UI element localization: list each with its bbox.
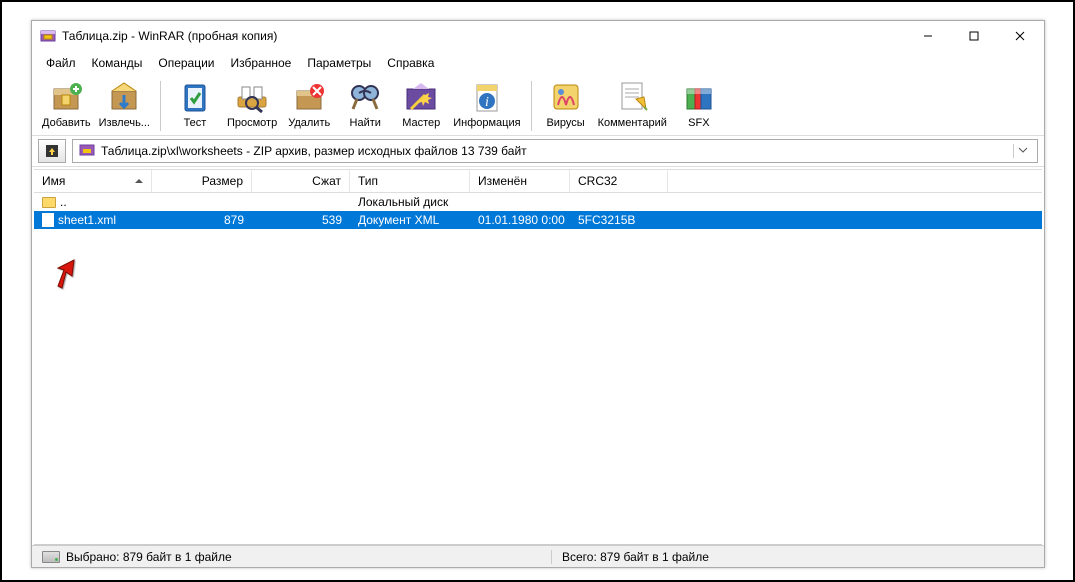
test-label: Тест bbox=[184, 117, 207, 129]
col-type[interactable]: Тип bbox=[350, 170, 470, 192]
col-size[interactable]: Размер bbox=[152, 170, 252, 192]
toolbar-separator bbox=[531, 81, 532, 131]
status-selected: Выбрано: 879 байт в 1 файле bbox=[66, 550, 232, 564]
file-type: Документ XML bbox=[350, 213, 470, 227]
up-button[interactable] bbox=[38, 139, 66, 163]
parent-type: Локальный диск bbox=[350, 195, 470, 209]
xml-file-icon bbox=[42, 213, 54, 227]
info-icon: i bbox=[469, 79, 505, 115]
file-modified: 01.01.1980 0:00 bbox=[470, 213, 570, 227]
test-icon bbox=[177, 79, 213, 115]
maximize-button[interactable] bbox=[951, 21, 997, 51]
menu-file[interactable]: Файл bbox=[38, 53, 84, 73]
find-button[interactable]: Найти bbox=[337, 77, 393, 131]
comment-label: Комментарий bbox=[598, 117, 667, 129]
delete-label: Удалить bbox=[288, 117, 330, 129]
menu-operations[interactable]: Операции bbox=[150, 53, 222, 73]
view-label: Просмотр bbox=[227, 117, 277, 129]
status-left: Выбрано: 879 байт в 1 файле bbox=[32, 550, 552, 564]
col-name[interactable]: Имя bbox=[34, 170, 152, 192]
info-label: Информация bbox=[453, 117, 520, 129]
menu-bar: Файл Команды Операции Избранное Параметр… bbox=[32, 51, 1044, 75]
path-dropdown-icon[interactable] bbox=[1013, 144, 1031, 158]
col-packed[interactable]: Сжат bbox=[252, 170, 350, 192]
comment-icon bbox=[614, 79, 650, 115]
winrar-icon bbox=[40, 28, 56, 44]
window-title: Таблица.zip - WinRAR (пробная копия) bbox=[62, 29, 905, 43]
col-modified[interactable]: Изменён bbox=[470, 170, 570, 192]
find-icon bbox=[347, 79, 383, 115]
find-label: Найти bbox=[350, 117, 381, 129]
sfx-icon bbox=[681, 79, 717, 115]
virus-button[interactable]: Вирусы bbox=[538, 77, 594, 131]
sfx-label: SFX bbox=[688, 117, 709, 129]
wizard-label: Мастер bbox=[402, 117, 440, 129]
virus-icon bbox=[548, 79, 584, 115]
menu-commands[interactable]: Команды bbox=[84, 53, 151, 73]
path-field[interactable]: Таблица.zip\xl\worksheets - ZIP архив, р… bbox=[72, 139, 1038, 163]
test-button[interactable]: Тест bbox=[167, 77, 223, 131]
comment-button[interactable]: Комментарий bbox=[594, 77, 671, 131]
view-icon bbox=[234, 79, 270, 115]
file-crc: 5FC3215B bbox=[570, 213, 668, 227]
drive-icon bbox=[42, 551, 60, 563]
title-bar[interactable]: Таблица.zip - WinRAR (пробная копия) bbox=[32, 21, 1044, 51]
svg-text:i: i bbox=[485, 95, 489, 110]
add-icon bbox=[48, 79, 84, 115]
delete-button[interactable]: Удалить bbox=[281, 77, 337, 131]
view-button[interactable]: Просмотр bbox=[223, 77, 281, 131]
status-bar: Выбрано: 879 байт в 1 файле Всего: 879 б… bbox=[32, 545, 1044, 567]
info-button[interactable]: i Информация bbox=[449, 77, 524, 131]
file-packed: 539 bbox=[252, 213, 350, 227]
extract-icon bbox=[106, 79, 142, 115]
file-list[interactable]: .. Локальный диск sheet1.xml 879 539 Док… bbox=[34, 193, 1042, 545]
winrar-window: Таблица.zip - WinRAR (пробная копия) Фай… bbox=[31, 20, 1045, 568]
toolbar-separator bbox=[160, 81, 161, 131]
path-text: Таблица.zip\xl\worksheets - ZIP архив, р… bbox=[101, 144, 1007, 158]
file-name: sheet1.xml bbox=[58, 213, 116, 227]
column-headers: Имя Размер Сжат Тип Изменён CRC32 bbox=[34, 169, 1042, 193]
folder-icon bbox=[42, 197, 56, 208]
status-total: Всего: 879 байт в 1 файле bbox=[562, 550, 709, 564]
file-row[interactable]: sheet1.xml 879 539 Документ XML 01.01.19… bbox=[34, 211, 1042, 229]
up-arrow-icon bbox=[44, 143, 60, 159]
minimize-button[interactable] bbox=[905, 21, 951, 51]
extract-button[interactable]: Извлечь... bbox=[95, 77, 154, 131]
parent-folder-row[interactable]: .. Локальный диск bbox=[34, 193, 1042, 211]
status-right: Всего: 879 байт в 1 файле bbox=[552, 550, 1044, 564]
menu-favorites[interactable]: Избранное bbox=[223, 53, 300, 73]
col-crc[interactable]: CRC32 bbox=[570, 170, 668, 192]
address-bar: Таблица.zip\xl\worksheets - ZIP архив, р… bbox=[32, 136, 1044, 167]
file-size: 879 bbox=[152, 213, 252, 227]
virus-label: Вирусы bbox=[546, 117, 584, 129]
archive-icon bbox=[79, 142, 95, 161]
add-button[interactable]: Добавить bbox=[38, 77, 95, 131]
add-label: Добавить bbox=[42, 117, 91, 129]
menu-help[interactable]: Справка bbox=[379, 53, 442, 73]
close-button[interactable] bbox=[997, 21, 1043, 51]
extract-label: Извлечь... bbox=[99, 117, 150, 129]
toolbar: Добавить Извлечь... Тест Просмотр Удалит… bbox=[32, 75, 1044, 136]
parent-name: .. bbox=[60, 195, 67, 209]
sfx-button[interactable]: SFX bbox=[671, 77, 727, 131]
wizard-button[interactable]: Мастер bbox=[393, 77, 449, 131]
menu-options[interactable]: Параметры bbox=[299, 53, 379, 73]
wizard-icon bbox=[403, 79, 439, 115]
delete-icon bbox=[291, 79, 327, 115]
